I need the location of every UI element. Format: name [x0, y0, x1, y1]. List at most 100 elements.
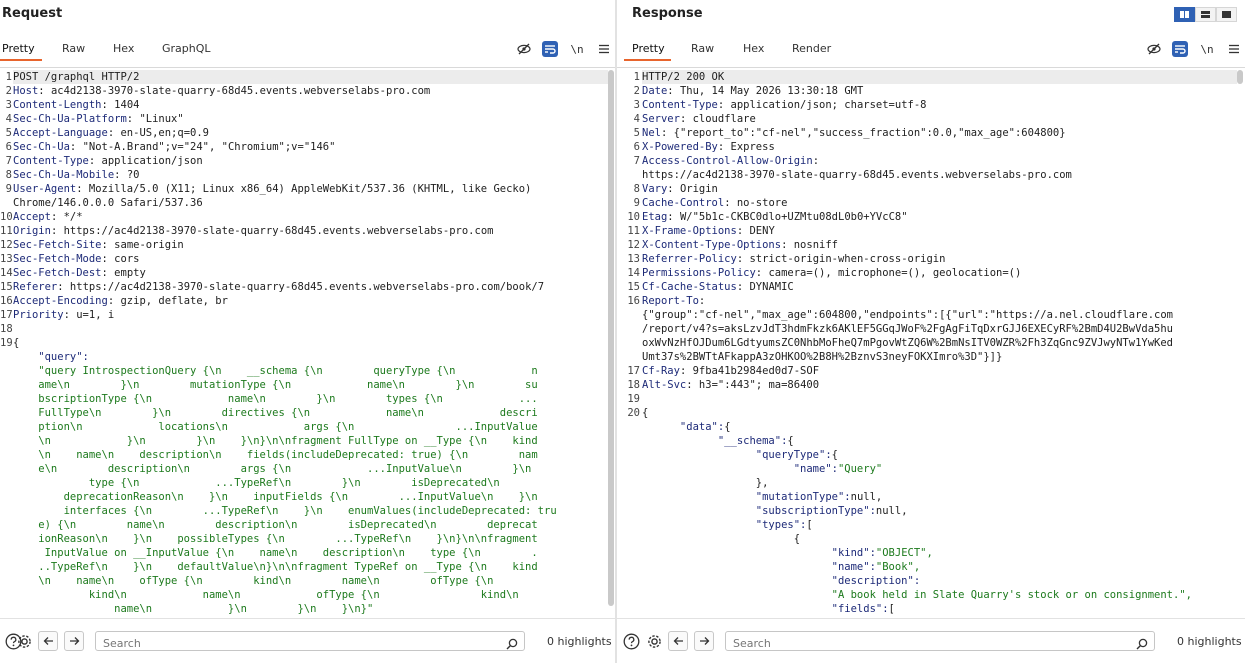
code-line: "description":	[642, 574, 1235, 588]
header-name: Etag	[642, 211, 668, 223]
response-pane: Response Pretty Raw Hex Render \n 1 2 3 …	[617, 0, 1245, 663]
previous-match-button[interactable]	[668, 631, 688, 651]
code-line: /report/v4?s=aksLzvJdT3hdmFkzk6AKlEF5GGq…	[642, 322, 1235, 336]
code-line: e) {\n name\n description\n isDeprecated…	[13, 518, 606, 532]
json-value: {	[787, 435, 794, 447]
header-value: no-store	[736, 197, 788, 209]
line-number	[0, 546, 12, 560]
menu-icon[interactable]	[596, 41, 612, 57]
code-line: {	[642, 532, 1235, 546]
line-number	[0, 574, 12, 588]
code-line: Etag: W/"5b1c-CKBC0dlo+UZMtu08dL0b0+YVcC…	[642, 211, 908, 223]
json-string: interfaces {\n ...TypeRef\n }\n enumValu…	[13, 505, 557, 517]
line-number: 5	[633, 127, 640, 139]
code-line: Access-Control-Allow-Origin:	[642, 155, 826, 167]
code-line: "mutationType":null,	[642, 490, 1235, 504]
single-pane-layout-button[interactable]	[1216, 7, 1237, 22]
line-number	[617, 308, 640, 322]
line-number	[617, 588, 640, 602]
header-name: Nel	[642, 127, 661, 139]
code-line: Sec-Ch-Ua-Mobile: ?0	[13, 169, 140, 181]
header-name: Referrer-Policy	[642, 253, 737, 265]
json-value: {	[831, 449, 838, 461]
response-scrollbar[interactable]	[1237, 70, 1243, 84]
menu-icon[interactable]	[1226, 41, 1242, 57]
code-line: type {\n ...TypeRef\n }\n isDeprecated\n	[13, 476, 606, 490]
line-number: 18	[0, 323, 13, 335]
response-tab-pretty[interactable]: Pretty	[632, 42, 665, 55]
stacked-layout-button[interactable]	[1195, 7, 1216, 22]
header-value: same-origin	[114, 239, 184, 251]
word-wrap-icon[interactable]	[542, 41, 558, 57]
response-search-input-box[interactable]	[725, 631, 1155, 653]
line-number	[0, 364, 12, 378]
code-line: ame\n }\n mutationType {\n name\n }\n su	[13, 378, 606, 392]
request-editor[interactable]: 1 2 3 4 5 6 7 8 9 10 11 12 13 14 15 16 17 18 19 POST /grap…	[0, 67, 616, 618]
line-number: 16	[0, 295, 13, 307]
json-value: {	[642, 407, 649, 419]
code-line: Vary: Origin	[642, 183, 718, 195]
request-search-input[interactable]	[96, 634, 482, 653]
response-search-input[interactable]	[726, 634, 1112, 653]
response-tab-hex[interactable]: Hex	[743, 42, 764, 55]
code-line: Server: cloudflare	[642, 113, 756, 125]
code-line: User-Agent: Mozilla/5.0 (X11; Linux x86_…	[13, 183, 532, 195]
response-tab-render[interactable]: Render	[792, 42, 831, 55]
previous-match-button[interactable]	[38, 631, 58, 651]
next-match-button[interactable]	[64, 631, 84, 651]
header-value: gzip, deflate, br	[120, 295, 228, 307]
header-name: Cf-Ray	[642, 365, 680, 377]
line-number	[0, 588, 12, 602]
header-value: nosniff	[793, 239, 838, 251]
request-tab-raw[interactable]: Raw	[62, 42, 85, 55]
json-key: "description":	[642, 575, 921, 587]
line-number	[0, 420, 12, 434]
header-name: Accept	[13, 211, 51, 223]
code-line: Cache-Control: no-store	[642, 197, 788, 209]
header-name: Sec-Ch-Ua	[13, 141, 70, 153]
line-number: 17	[0, 309, 13, 321]
json-string: e) {\n name\n description\n isDeprecated…	[13, 519, 538, 531]
response-tab-raw[interactable]: Raw	[691, 42, 714, 55]
line-number: 20	[627, 407, 640, 419]
request-search-input-box[interactable]	[95, 631, 525, 653]
hide-nonprintable-icon[interactable]	[1146, 41, 1162, 57]
header-name: Date	[642, 85, 668, 97]
header-value: Express	[730, 141, 775, 153]
show-newlines-toggle[interactable]: \n	[1198, 41, 1216, 57]
json-value: [	[806, 519, 813, 531]
line-number	[0, 532, 12, 546]
request-tab-pretty[interactable]: Pretty	[2, 42, 35, 55]
response-active-tab-indicator	[624, 59, 671, 61]
header-name: Report-To	[642, 295, 699, 307]
hide-nonprintable-icon[interactable]	[516, 41, 532, 57]
line-number	[0, 560, 12, 574]
line-number	[0, 476, 12, 490]
request-body[interactable]: POST /graphql HTTP/2 Host: ac4d2138-3970-…	[13, 70, 606, 618]
gear-icon[interactable]	[645, 632, 663, 650]
help-icon[interactable]	[622, 632, 640, 650]
line-number: 14	[0, 267, 13, 279]
gear-icon[interactable]	[15, 632, 33, 650]
line-number	[617, 168, 640, 182]
response-editor[interactable]: 1 2 3 4 5 6 7 8 9 10 11 12 13 14 15 16 17 18 19 20 HTTP/2 2…	[617, 67, 1245, 618]
code-line: X-Frame-Options: DENY	[642, 225, 775, 237]
request-scrollbar[interactable]	[608, 70, 614, 606]
show-newlines-toggle[interactable]: \n	[568, 41, 586, 57]
request-tab-graphql[interactable]: GraphQL	[162, 42, 211, 55]
word-wrap-icon[interactable]	[1172, 41, 1188, 57]
request-tab-hex[interactable]: Hex	[113, 42, 134, 55]
line-number	[617, 504, 640, 518]
request-toolbar: \n	[516, 41, 612, 57]
layout-toggle	[1174, 7, 1237, 22]
line-number	[617, 434, 640, 448]
next-match-button[interactable]	[694, 631, 714, 651]
line-number	[617, 350, 640, 364]
response-body[interactable]: HTTP/2 200 OK Date: Thu, 14 May 2026 13:3…	[642, 70, 1235, 618]
line-number: 18	[627, 379, 640, 391]
side-by-side-layout-button[interactable]	[1174, 7, 1195, 22]
header-name: Cache-Control	[642, 197, 725, 209]
json-key: "__schema":	[642, 435, 788, 447]
header-name: User-Agent	[13, 183, 77, 195]
